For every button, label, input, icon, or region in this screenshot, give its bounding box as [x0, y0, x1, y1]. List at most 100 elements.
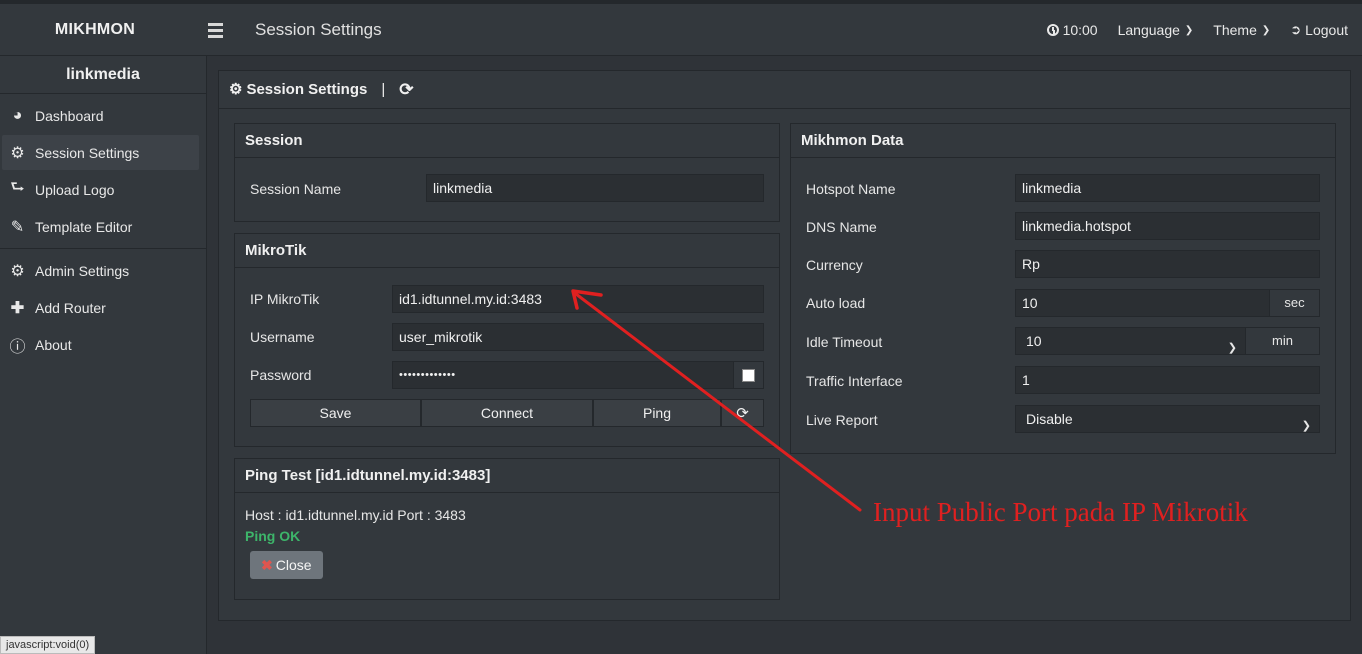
ping-test-panel: Ping Test [id1.idtunnel.my.id:3483] Host… [234, 458, 780, 600]
sidebar-item-dashboard[interactable]: ◕ Dashboard [2, 98, 199, 133]
auto-load-label: Auto load [806, 295, 866, 311]
idle-timeout-label: Idle Timeout [806, 334, 883, 350]
chevron-down-icon: ❯ [1184, 24, 1194, 36]
ip-mikrotik-input[interactable]: id1.idtunnel.my.id:3483 [392, 285, 764, 313]
currency-label: Currency [806, 257, 863, 273]
session-panel: Session Session Name linkmedia [234, 123, 780, 222]
sidebar-item-label: Dashboard [35, 107, 104, 124]
logout-icon: ➲ [1290, 22, 1302, 37]
annotation-text: Input Public Port pada IP Mikrotik [873, 497, 1248, 527]
username-row: Username [250, 329, 315, 345]
clock: 10:00 [1046, 22, 1098, 38]
ping-test-result: Host : id1.idtunnel.my.id Port : 3483 [245, 507, 466, 523]
sidebar-divider [0, 248, 206, 249]
logout-label: Logout [1305, 22, 1348, 38]
chevron-down-icon: ❯ [1227, 342, 1237, 354]
auto-load-unit: sec [1269, 289, 1320, 317]
session-name-row: Session Name [250, 181, 341, 197]
close-label: Close [275, 557, 312, 573]
idle-timeout-unit: min [1245, 327, 1320, 355]
chevron-down-icon: ❯ [1301, 420, 1311, 432]
password-label: Password [250, 367, 312, 383]
theme-dropdown[interactable]: Theme ❯ [1213, 22, 1270, 38]
save-button[interactable]: Save [250, 399, 421, 427]
mikrotik-panel: MikroTik IP MikroTik id1.idtunnel.my.id:… [234, 233, 780, 447]
currency-row: Currency [806, 257, 863, 273]
autoload-row: Auto load [806, 295, 865, 311]
browser-status-bar: javascript:void(0) [0, 636, 96, 654]
connect-button[interactable]: Connect [421, 399, 593, 427]
session-name-input[interactable]: linkmedia [426, 174, 764, 202]
ip-row: IP MikroTik [250, 291, 319, 307]
currency-input[interactable]: Rp [1015, 250, 1320, 278]
sidebar-item-about[interactable]: ⓘ About [2, 327, 199, 362]
sidebar-item-label: Admin Settings [35, 262, 130, 279]
close-button[interactable]: ✖ Close [250, 551, 323, 579]
hotspot-row: Hotspot Name [806, 181, 895, 197]
ping-test-heading: Ping Test [id1.idtunnel.my.id:3483] [235, 459, 779, 493]
session-name-label: Session Name [250, 181, 342, 197]
mikrotik-panel-heading: MikroTik [235, 234, 779, 268]
gear-icon: ⚙ [229, 80, 243, 98]
mikhmon-data-heading: Mikhmon Data [791, 124, 1335, 158]
sidebar-item-label: About [35, 336, 72, 353]
live-report-value: Disable [1026, 411, 1073, 427]
dashboard-icon: ◕ [12, 106, 23, 124]
traffic-interface-input[interactable]: 1 [1015, 366, 1320, 394]
ip-mikrotik-label: IP MikroTik [250, 291, 320, 307]
theme-label: Theme [1213, 22, 1257, 38]
info-icon: ⓘ [9, 338, 26, 356]
idle-timeout-value: 10 [1026, 333, 1042, 349]
gear-icon: ⚙ [10, 262, 25, 280]
language-dropdown[interactable]: Language ❯ [1118, 22, 1194, 38]
traffic-interface-label: Traffic Interface [806, 373, 903, 389]
clock-time: 10:00 [1062, 22, 1098, 38]
top-navbar: MIKHMON Session Settings 10:00 Language … [0, 0, 1362, 56]
live-report-row: Live Report [806, 412, 878, 428]
app-brand[interactable]: MIKHMON [0, 4, 190, 56]
hamburger-menu-icon[interactable] [208, 23, 223, 38]
password-row: Password [250, 367, 311, 383]
sidebar-item-upload-logo[interactable]: ⮑ Upload Logo [2, 172, 199, 207]
clock-icon [1046, 24, 1059, 36]
sidebar-item-session-settings[interactable]: ⚙ Session Settings [2, 135, 199, 170]
sidebar-item-admin-settings[interactable]: ⚙ Admin Settings [2, 253, 199, 288]
language-label: Language [1117, 22, 1180, 38]
show-password-toggle[interactable] [733, 361, 764, 389]
chevron-down-icon: ❯ [1261, 24, 1271, 36]
sidebar: linkmedia ◕ Dashboard ⚙ Session Settings… [0, 56, 207, 654]
sidebar-session-name: linkmedia [0, 56, 206, 94]
card-header: ⚙ Session Settings | ⟳ [219, 71, 1350, 109]
refresh-icon[interactable]: ⟳ [399, 71, 413, 109]
show-password-checkbox[interactable] [742, 369, 755, 382]
session-panel-heading: Session [235, 124, 779, 158]
live-report-select[interactable]: Disable ❯ [1015, 405, 1320, 433]
live-report-label: Live Report [806, 412, 878, 428]
session-settings-card: ⚙ Session Settings | ⟳ Session Session N… [218, 70, 1351, 621]
idle-row: Idle Timeout [806, 334, 882, 350]
sidebar-item-template-editor[interactable]: ✎ Template Editor [2, 209, 199, 244]
edit-icon: ✎ [10, 218, 25, 236]
auto-load-input[interactable]: 10 [1015, 289, 1270, 317]
username-input[interactable]: user_mikrotik [392, 323, 764, 351]
dns-name-input[interactable]: linkmedia.hotspot [1015, 212, 1320, 240]
sidebar-item-label: Session Settings [35, 144, 140, 161]
close-icon: ✖ [261, 557, 273, 573]
gear-icon: ⚙ [10, 144, 25, 162]
hotspot-name-label: Hotspot Name [806, 181, 896, 197]
ping-status: Ping OK [245, 528, 301, 544]
sidebar-item-add-router[interactable]: ✚ Add Router [2, 290, 199, 325]
card-title: Session Settings [246, 80, 368, 98]
ping-button[interactable]: Ping [593, 399, 721, 427]
password-input[interactable]: ••••••••••••• [392, 361, 734, 389]
refresh-ping-button[interactable]: ⟳ [721, 399, 764, 427]
page-title: Session Settings [255, 20, 382, 39]
sidebar-item-label: Template Editor [35, 218, 133, 235]
dns-name-label: DNS Name [806, 219, 877, 235]
dns-row: DNS Name [806, 219, 877, 235]
idle-timeout-select[interactable]: 10 ❯ [1015, 327, 1246, 355]
hotspot-name-input[interactable]: linkmedia [1015, 174, 1320, 202]
sidebar-item-label: Add Router [35, 299, 106, 316]
mikhmon-data-panel: Mikhmon Data Hotspot Name linkmedia DNS … [790, 123, 1336, 454]
logout-button[interactable]: ➲ Logout [1290, 22, 1348, 38]
